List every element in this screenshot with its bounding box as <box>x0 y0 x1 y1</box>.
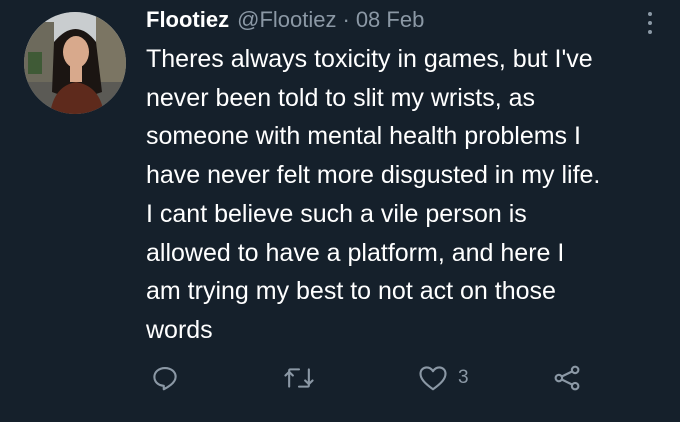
tweet-text-line: have never felt more disgusted in my lif… <box>146 161 601 190</box>
tweet-date[interactable]: 08 Feb <box>356 7 425 33</box>
header-separator: · <box>342 7 350 32</box>
tweet-actions: 3 <box>0 358 680 398</box>
author-handle[interactable]: @Flootiez <box>237 7 336 33</box>
tweet-text-line: allowed to have a platform, and here I <box>146 238 565 267</box>
tweet-header: Flootiez @Flootiez · 08 Feb <box>146 7 424 37</box>
like-button[interactable]: 3 <box>418 358 469 398</box>
tweet-text: Theres always toxicity in games, but I'v… <box>146 40 676 350</box>
tweet-text-line: words <box>146 315 213 344</box>
tweet-text-line: someone with mental health problems I <box>146 122 581 151</box>
tweet-text-line: Theres always toxicity in games, but I'v… <box>146 45 593 73</box>
reply-button[interactable] <box>150 358 180 398</box>
reply-icon <box>153 366 177 391</box>
retweet-button[interactable] <box>283 358 315 398</box>
tweet-text-line: never been told to slit my wrists, as <box>146 83 536 112</box>
tweet-text-line: am trying my best to not act on those <box>146 277 556 306</box>
tweet-card: Flootiez @Flootiez · 08 Feb Theres alway… <box>0 0 680 422</box>
like-count: 3 <box>458 367 469 388</box>
share-icon <box>554 365 580 391</box>
heart-icon <box>419 366 447 391</box>
retweet-icon <box>284 368 314 388</box>
avatar[interactable] <box>24 12 126 114</box>
share-button[interactable] <box>552 358 582 398</box>
avatar-photo <box>24 12 126 114</box>
more-vertical-icon[interactable] <box>640 8 660 38</box>
author-name[interactable]: Flootiez <box>146 7 229 33</box>
tweet-text-line: I cant believe such a vile person is <box>146 199 527 228</box>
